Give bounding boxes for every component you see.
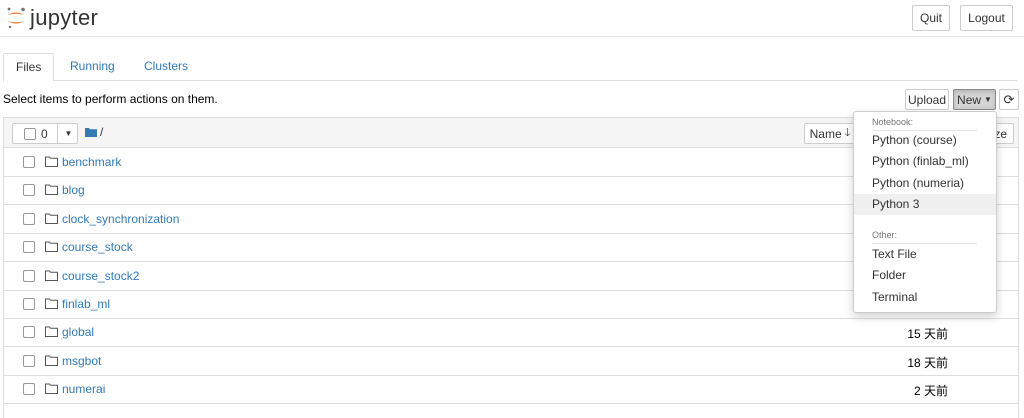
- menu-item-folder[interactable]: Folder: [854, 265, 996, 286]
- new-dropdown-menu: Notebook: Python (course) Python (finlab…: [853, 111, 997, 313]
- logout-button[interactable]: Logout: [960, 5, 1013, 31]
- breadcrumb-root[interactable]: /: [100, 125, 103, 139]
- select-all-checkbox[interactable]: [24, 127, 36, 140]
- folder-link[interactable]: blog: [62, 183, 85, 197]
- menu-item-python-course[interactable]: Python (course): [854, 130, 996, 151]
- folder-link[interactable]: course_stock2: [62, 269, 139, 283]
- last-modified: 2 天前: [913, 384, 948, 399]
- sort-name-label: Name: [809, 126, 842, 141]
- folder-icon: [45, 241, 58, 253]
- upload-button[interactable]: Upload: [905, 89, 949, 110]
- tab-running[interactable]: Running: [70, 53, 115, 80]
- tab-clusters[interactable]: Clusters: [144, 53, 188, 80]
- folder-icon: [45, 156, 58, 167]
- folder-icon: [45, 383, 58, 395]
- folder-link[interactable]: msgbot: [62, 354, 101, 368]
- folder-icon: [45, 184, 58, 196]
- other-section-header: Other:: [872, 230, 898, 240]
- row-checkbox[interactable]: [23, 156, 35, 168]
- refresh-icon: ⟳: [1003, 91, 1015, 107]
- last-modified: 18 天前: [907, 355, 948, 370]
- menu-item-terminal[interactable]: Terminal: [854, 287, 996, 308]
- brand-name: jupyter: [30, 5, 99, 30]
- tab-files[interactable]: Files: [3, 53, 55, 82]
- folder-link[interactable]: numerai: [62, 382, 105, 396]
- folder-icon: [45, 270, 58, 281]
- row-checkbox[interactable]: [23, 298, 35, 310]
- folder-icon: [45, 298, 58, 309]
- menu-item-text-file[interactable]: Text File: [854, 244, 996, 265]
- quit-button[interactable]: Quit: [912, 5, 950, 31]
- selected-count: 0: [41, 126, 48, 141]
- new-button[interactable]: New ▼: [953, 89, 996, 110]
- refresh-button[interactable]: ⟳: [999, 89, 1019, 110]
- table-row[interactable]: global 15 天前: [4, 318, 1018, 348]
- folder-link[interactable]: benchmark: [62, 155, 121, 169]
- folder-icon: [45, 326, 58, 338]
- menu-item-python-3[interactable]: Python 3: [854, 194, 996, 215]
- row-checkbox[interactable]: [23, 241, 35, 254]
- folder-link[interactable]: finlab_ml: [62, 297, 110, 311]
- last-modified: 15 天前: [907, 327, 948, 342]
- row-checkbox[interactable]: [23, 184, 35, 197]
- menu-item-python-finlab-ml[interactable]: Python (finlab_ml): [854, 151, 996, 172]
- jupyter-logo-icon: [7, 7, 25, 29]
- folder-icon: [45, 213, 58, 224]
- select-all-group[interactable]: 0 ▼: [12, 123, 78, 144]
- menu-item-python-numeria[interactable]: Python (numeria): [854, 173, 996, 194]
- table-row[interactable]: msgbot 18 天前: [4, 347, 1018, 376]
- new-button-label: New: [957, 92, 982, 107]
- selection-notice: Select items to perform actions on them.: [3, 92, 218, 106]
- folder-icon: [45, 355, 58, 366]
- folder-filled-icon: [85, 128, 97, 137]
- row-checkbox[interactable]: [23, 212, 35, 225]
- folder-link[interactable]: course_stock: [62, 240, 133, 254]
- select-caret-down-icon[interactable]: ▼: [57, 124, 79, 143]
- folder-link[interactable]: clock_synchronization: [62, 212, 179, 226]
- notebook-section-header: Notebook:: [872, 117, 914, 127]
- row-checkbox[interactable]: [23, 326, 35, 339]
- table-row[interactable]: numerai 2 天前: [4, 375, 1018, 405]
- row-checkbox[interactable]: [23, 269, 35, 282]
- row-checkbox[interactable]: [23, 383, 35, 396]
- sort-name-button[interactable]: Name 🡓: [804, 123, 856, 144]
- tab-bar: Files Running Clusters: [3, 53, 1017, 82]
- jupyter-logo[interactable]: jupyter: [6, 5, 98, 31]
- arrow-down-icon: 🡓: [844, 127, 851, 139]
- header-bar: jupyter Quit Logout: [0, 0, 1024, 37]
- folder-link[interactable]: global: [62, 325, 94, 339]
- caret-down-icon: ▼: [984, 95, 992, 104]
- row-checkbox[interactable]: [23, 354, 35, 367]
